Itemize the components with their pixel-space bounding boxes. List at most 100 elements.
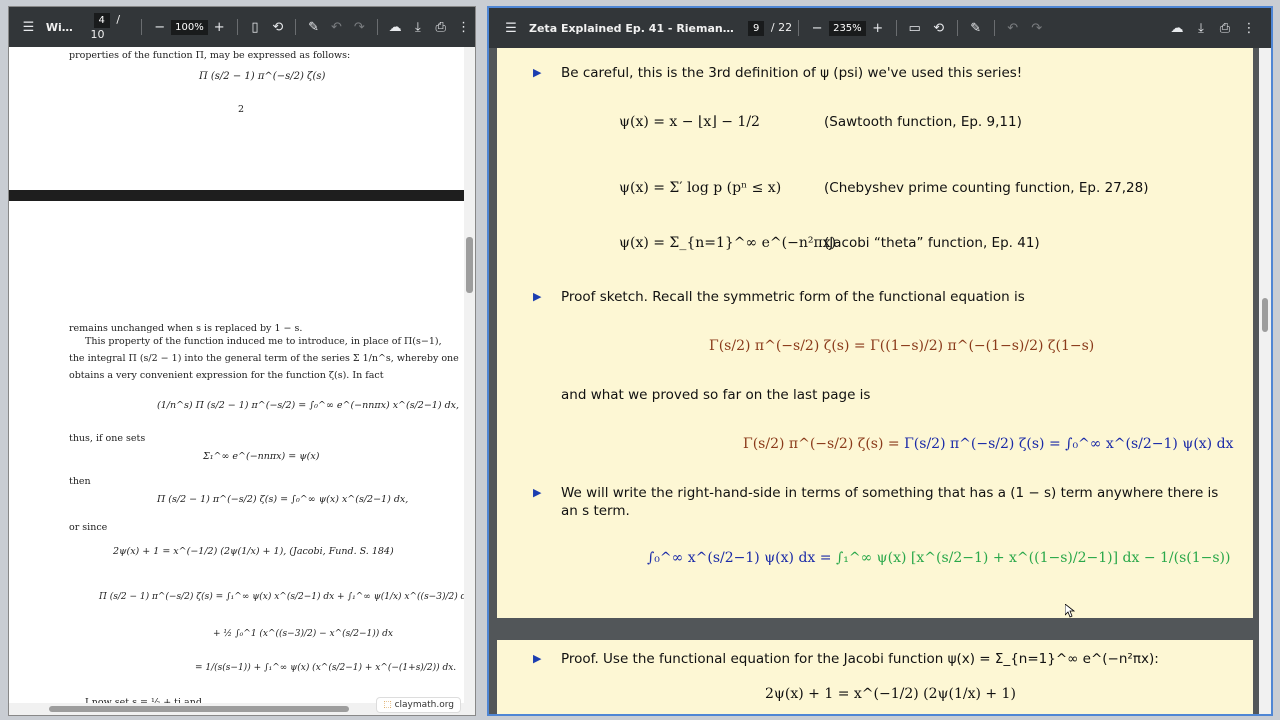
print-icon[interactable]: ⎙ — [429, 15, 452, 39]
drive-save-icon[interactable]: ☁ — [384, 15, 407, 39]
undo-icon[interactable]: ↶ — [325, 15, 348, 39]
doc-equation: Π (s/2 − 1) π^(−s/2) ζ(s) = ∫₁^∞ ψ(x) x^… — [99, 592, 472, 602]
left-page-input[interactable]: 4 — [93, 13, 110, 28]
doc-page-number: 2 — [238, 104, 245, 115]
scroll-thumb[interactable] — [49, 706, 349, 712]
equation-lhs: Γ(s/2) π^(−s/2) ζ(s) = — [743, 436, 905, 452]
scroll-thumb[interactable] — [1262, 298, 1268, 332]
doc-text: thus, if one sets — [69, 433, 146, 444]
doc-equation: Σ₁^∞ e^(−nnπx) = ψ(x) — [203, 451, 320, 462]
doc-equation: = 1/(s(s−1)) + ∫₁^∞ ψ(x) (x^(s/2−1) + x^… — [195, 663, 457, 673]
slide-text: Be careful, this is the 3rd definition o… — [561, 65, 1023, 81]
divider — [956, 20, 958, 36]
equation-rhs: ∫₁^∞ ψ(x) [x^(s/2−1) + x^((1−s)/2−1)] dx — [835, 550, 1140, 566]
divider — [895, 20, 897, 36]
slide-page: ▶ Proof. Use the functional equation for… — [497, 640, 1253, 714]
slide-text: Proof. Use the functional equation for t… — [561, 651, 1159, 667]
slide-text: We will write the right-hand-side in ter… — [561, 485, 1219, 501]
redo-icon[interactable]: ↷ — [1025, 16, 1049, 40]
doc-equation: + ½ ∫₀^1 (x^((s−3)/2) − x^(s/2−1)) dx — [213, 629, 393, 639]
menu-icon[interactable]: ☰ — [17, 15, 40, 39]
slide-equation: ∫₀^∞ x^(s/2−1) ψ(x) dx = ∫₁^∞ ψ(x) [x^(s… — [647, 550, 1230, 566]
doc-text: obtains a very convenient expression for… — [69, 370, 384, 381]
annotate-icon[interactable]: ✎ — [964, 16, 988, 40]
slide-equation: ψ(x) = Σ′ log p (pⁿ ≤ x) — [619, 180, 782, 196]
doc-equation: (1/n^s) Π (s/2 − 1) π^(−s/2) = ∫₀^∞ e^(−… — [157, 400, 460, 411]
fit-page-icon[interactable]: ▯ — [244, 15, 267, 39]
right-page-input[interactable]: 9 — [748, 20, 765, 36]
zoom-in-icon[interactable]: + — [208, 15, 231, 39]
page-gap — [497, 618, 1253, 640]
zoom-in-icon[interactable]: + — [866, 16, 890, 40]
doc-text: This property of the function induced me… — [85, 336, 442, 347]
zoom-out-icon[interactable]: − — [805, 16, 829, 40]
fit-page-icon[interactable]: ▭ — [903, 16, 927, 40]
scroll-thumb[interactable] — [466, 237, 473, 293]
divider — [236, 19, 238, 35]
redo-icon[interactable]: ↷ — [348, 15, 371, 39]
slide-equation: ψ(x) = x − ⌊x⌋ − 1/2 — [619, 114, 760, 130]
page-gap — [9, 190, 465, 201]
source-chip-label: claymath.org — [394, 700, 454, 710]
slide-equation: Γ(s/2) π^(−s/2) ζ(s) = Γ((1−s)/2) π^(−(1… — [709, 338, 1095, 354]
pdf-page: properties of the function Π, may be exp… — [9, 47, 465, 190]
left-pdf-viewer: ☰ Wil... 4 / 10 − 100% + ▯ ⟲ ✎ ↶ ↷ ☁ ⤓ ⎙… — [8, 6, 476, 716]
left-page-indicator: 4 / 10 — [91, 13, 136, 41]
divider — [798, 20, 800, 36]
doc-equation: Π (s/2 − 1) π^(−s/2) ζ(s) = ∫₀^∞ ψ(x) x^… — [157, 494, 409, 505]
doc-text: remains unchanged when s is replaced by … — [69, 323, 303, 334]
equation-rhs: Γ(s/2) π^(−s/2) ζ(s) = ∫₀^∞ x^(s/2−1) ψ(… — [904, 436, 1234, 452]
more-options-icon[interactable]: ⋮ — [452, 15, 475, 39]
slide-equation: 2ψ(x) + 1 = x^(−1/2) (2ψ(1/x) + 1) — [765, 686, 1016, 702]
undo-icon[interactable]: ↶ — [1001, 16, 1025, 40]
divider — [376, 19, 378, 35]
right-document-area[interactable]: ▶ Be careful, this is the 3rd definition… — [489, 48, 1271, 714]
right-zoom-input[interactable]: 235% — [829, 20, 866, 36]
zoom-out-icon[interactable]: − — [148, 15, 171, 39]
bullet-triangle-icon: ▶ — [533, 486, 542, 499]
download-icon[interactable]: ⤓ — [406, 15, 429, 39]
divider — [141, 19, 143, 35]
mouse-cursor-icon — [1065, 604, 1075, 618]
rotate-icon[interactable]: ⟲ — [927, 16, 951, 40]
print-icon[interactable]: ⎙ — [1213, 16, 1237, 40]
doc-text: then — [69, 476, 91, 487]
doc-equation: Π (s/2 − 1) π^(−s/2) ζ(s) — [199, 71, 326, 82]
vertical-scrollbar[interactable] — [464, 47, 475, 703]
slide-text: an s term. — [561, 503, 630, 519]
slide-page: ▶ Be careful, this is the 3rd definition… — [497, 48, 1253, 618]
left-document-title: Wil... — [45, 20, 77, 34]
doc-text: or since — [69, 522, 108, 533]
bullet-triangle-icon: ▶ — [533, 290, 542, 303]
left-document-area[interactable]: properties of the function Π, may be exp… — [9, 47, 475, 715]
pdf-page: remains unchanged when s is replaced by … — [9, 201, 471, 715]
menu-icon[interactable]: ☰ — [499, 16, 523, 40]
divider — [295, 19, 297, 35]
drive-save-icon[interactable]: ☁ — [1165, 16, 1189, 40]
more-options-icon[interactable]: ⋮ — [1237, 16, 1261, 40]
slide-text: Proof sketch. Recall the symmetric form … — [561, 289, 1025, 305]
annotate-icon[interactable]: ✎ — [302, 15, 325, 39]
download-icon[interactable]: ⤓ — [1189, 16, 1213, 40]
slide-note: (Sawtooth function, Ep. 9,11) — [824, 114, 1022, 130]
right-page-total: / 22 — [770, 20, 793, 34]
left-toolbar: ☰ Wil... 4 / 10 − 100% + ▯ ⟲ ✎ ↶ ↷ ☁ ⤓ ⎙… — [9, 7, 475, 47]
slide-text: and what we proved so far on the last pa… — [561, 387, 871, 403]
link-icon: ⬚ — [383, 700, 392, 710]
slide-note: (Chebyshev prime counting function, Ep. … — [824, 180, 1149, 196]
source-chip[interactable]: ⬚ claymath.org — [376, 697, 461, 713]
doc-text: the integral Π (s/2 − 1) into the genera… — [69, 353, 459, 364]
right-toolbar: ☰ Zeta Explained Ep. 41 - Riemann's Seco… — [489, 8, 1271, 48]
equation-tail: − 1/(s(1−s)) — [1143, 550, 1231, 566]
right-pdf-viewer: ☰ Zeta Explained Ep. 41 - Riemann's Seco… — [487, 6, 1273, 716]
rotate-icon[interactable]: ⟲ — [266, 15, 289, 39]
left-zoom-input[interactable]: 100% — [171, 19, 208, 35]
equation-lhs: ∫₀^∞ x^(s/2−1) ψ(x) dx = — [647, 550, 832, 566]
bullet-triangle-icon: ▶ — [533, 66, 542, 79]
slide-note: (Jacobi “theta” function, Ep. 41) — [824, 235, 1040, 251]
divider — [993, 20, 995, 36]
vertical-scrollbar[interactable] — [1259, 48, 1271, 714]
slide-equation: Γ(s/2) π^(−s/2) ζ(s) = Γ(s/2) π^(−s/2) ζ… — [743, 436, 1233, 452]
bullet-triangle-icon: ▶ — [533, 652, 542, 665]
right-document-title: Zeta Explained Ep. 41 - Riemann's Second… — [529, 21, 735, 35]
